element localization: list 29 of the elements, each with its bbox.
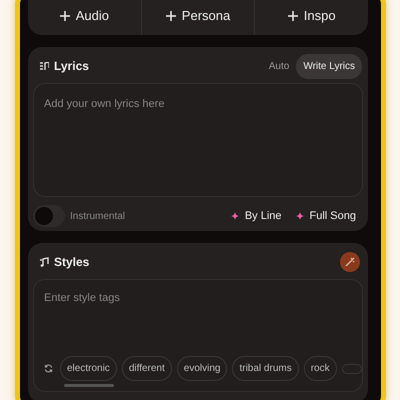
add-button[interactable]: Inspo	[254, 0, 368, 35]
toggle-switch[interactable]	[33, 205, 65, 227]
refresh-icon[interactable]	[44, 364, 53, 373]
section-title: Lyrics	[54, 58, 89, 75]
add-button[interactable]: Audio	[28, 0, 141, 35]
lyrics-field[interactable]: Add your own lyrics here	[44, 96, 352, 112]
style-tag[interactable]: rock	[304, 356, 337, 381]
mode-tab[interactable]: Auto	[262, 54, 296, 78]
style-tag[interactable]: tribal drums	[232, 356, 299, 381]
section-title: Styles	[54, 254, 90, 271]
wand-button[interactable]	[340, 252, 360, 272]
scrollbar	[64, 384, 114, 387]
sparkle-icon	[230, 212, 239, 220]
plus-icon	[288, 10, 298, 20]
toggle-label: Instrumental	[70, 210, 126, 224]
music-note-icon	[40, 62, 49, 70]
music-note-icon	[40, 257, 49, 267]
sparkle-icon	[296, 212, 304, 220]
generate-button[interactable]: By Line	[230, 208, 282, 224]
style-tag[interactable]: different	[122, 356, 172, 381]
style-tags-field[interactable]: Enter style tags	[44, 290, 362, 306]
style-tag[interactable]: evolving	[176, 356, 228, 381]
wand-icon	[345, 257, 355, 267]
mode-tab[interactable]: Write Lyrics	[296, 54, 362, 78]
generate-button[interactable]: Full Song	[296, 208, 356, 224]
plus-icon	[60, 10, 70, 20]
style-tag[interactable]: electronic	[60, 356, 117, 381]
add-button[interactable]: Persona	[140, 0, 254, 35]
plus-icon	[166, 10, 176, 20]
